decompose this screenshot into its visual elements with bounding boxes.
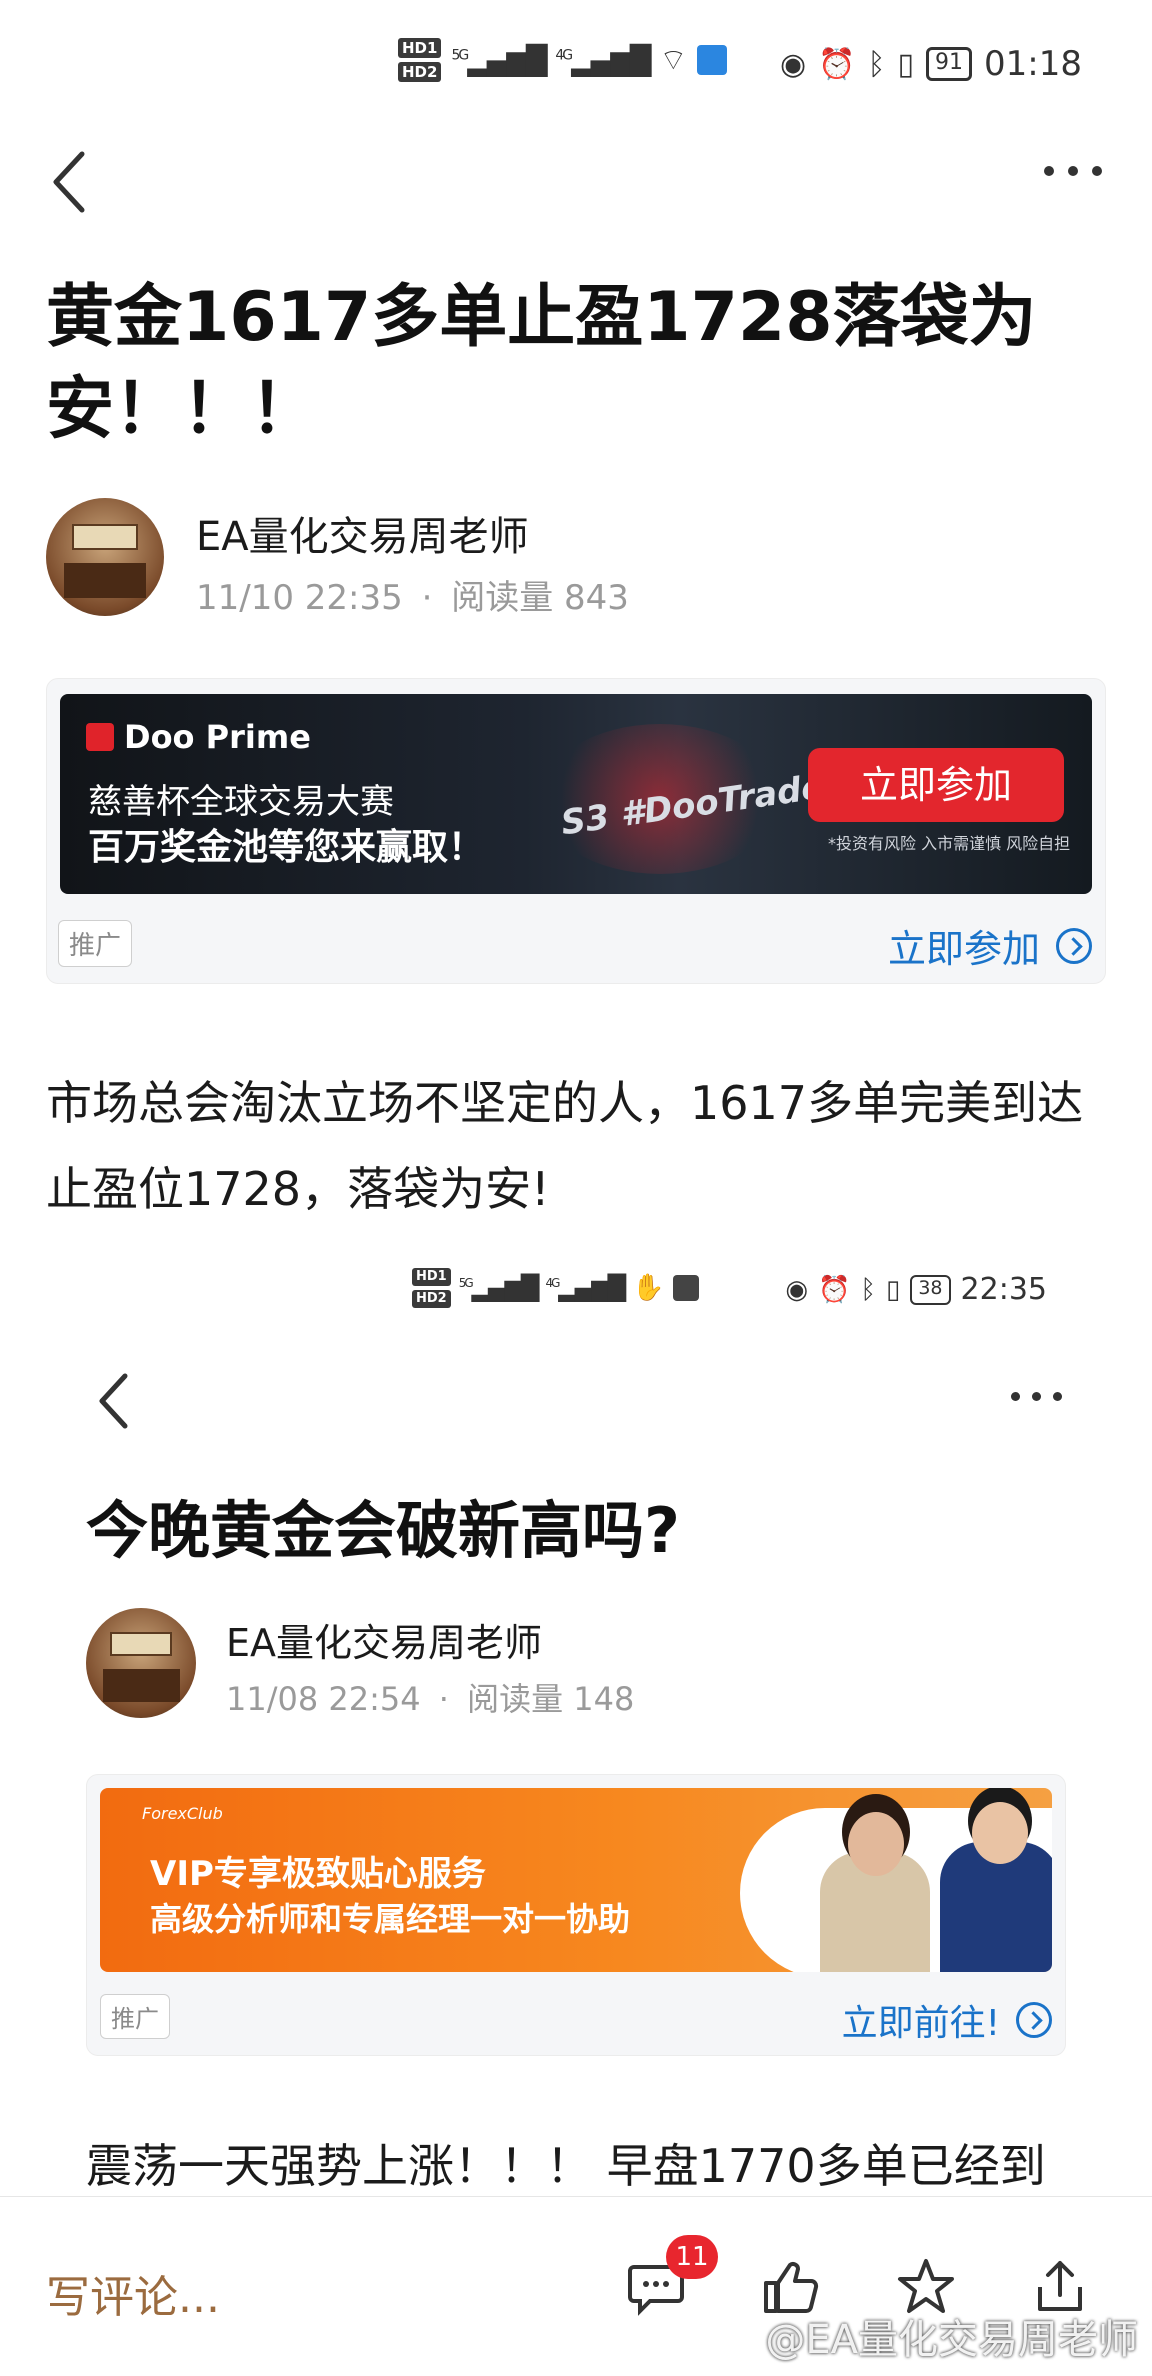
- wifi-icon: ⌔: [659, 43, 688, 78]
- article-date: 11/08 22:54: [226, 1680, 421, 1718]
- eye-icon: ◉: [785, 1274, 809, 1305]
- vibrate-icon: ▯: [886, 1274, 901, 1305]
- battery-icon: 91: [926, 47, 973, 81]
- ad-join-button[interactable]: 立即参加: [808, 748, 1064, 822]
- arrow-right-circle-icon: [1016, 2002, 1052, 2038]
- article-title: 今晚黄金会破新高吗?: [86, 1494, 680, 1567]
- article-date: 11/10 22:35: [196, 578, 403, 618]
- inner-status-right: ◉ ⏰ ᛒ ▯ 38 22:35: [785, 1272, 1047, 1307]
- ad-link[interactable]: 立即前往!: [842, 1994, 1052, 2046]
- signal-5g-icon: 5G▂▄▆█: [458, 1274, 540, 1302]
- article-body: 市场总会淘汰立场不坚定的人，1617多单完美到达止盈位1728，落袋为安!: [46, 1076, 1084, 1216]
- status-left: HD1 HD2 5G▂▄▆█ 4G▂▄▆█ ⌔: [398, 38, 728, 82]
- app-notification-icon: [672, 1275, 699, 1301]
- back-icon[interactable]: [96, 1372, 132, 1430]
- watermark: @EA量化交易周老师: [765, 2317, 1138, 2363]
- comment-input[interactable]: 写评论...: [46, 2261, 220, 2325]
- author-avatar[interactable]: [46, 498, 164, 616]
- alarm-icon: ⏰: [818, 46, 856, 82]
- ad-risk-text: *投资有风险 入市需谨慎 风险自担: [828, 834, 1071, 853]
- status-bar: HD1 HD2 5G▂▄▆█ 4G▂▄▆█ ⌔ ◉ ⏰ ᛒ ▯ 91 01:18: [0, 0, 1152, 130]
- inner-status-left: HD1 HD2 5G▂▄▆█ 4G▂▄▆█ ✋: [412, 1268, 699, 1308]
- bottom-action-bar: 写评论... 11 @EA量化交易周老师: [0, 2196, 1152, 2376]
- ad-line2: 百万奖金池等您来赢取！: [88, 827, 485, 868]
- battery-icon: 38: [910, 1274, 951, 1305]
- signal-4g-icon: 4G▂▄▆█: [555, 43, 651, 77]
- hand-icon: ✋: [632, 1273, 665, 1303]
- article-views: 阅读量 843: [451, 578, 629, 618]
- inner-status-bar: HD1 HD2 5G▂▄▆█ 4G▂▄▆█ ✋ ◉ ⏰ ᛒ ▯ 38 22:35: [0, 1250, 1152, 1340]
- eye-icon: ◉: [779, 46, 807, 82]
- bluetooth-icon: ᛒ: [867, 46, 886, 82]
- article-body: 震荡一天强势上涨！！！ 早盘1770多单已经到: [86, 2139, 1046, 2193]
- ad-banner[interactable]: Doo Prime 慈善杯全球交易大赛 百万奖金池等您来赢取！ S3 #DooT…: [60, 694, 1092, 894]
- article-views: 阅读量 148: [467, 1680, 635, 1718]
- man-advisor-image: [940, 1802, 1052, 1972]
- hd-indicator: HD1 HD2: [412, 1268, 451, 1308]
- forexclub-logo: ForexClub: [142, 1804, 223, 1823]
- author-avatar[interactable]: [86, 1608, 196, 1718]
- article-title: 黄金1617多单止盈1728落袋为安！！！: [46, 278, 1037, 449]
- status-time: 01:18: [984, 44, 1082, 84]
- status-right: ◉ ⏰ ᛒ ▯ 91 01:18: [780, 44, 1082, 84]
- author-name[interactable]: EA量化交易周老师: [196, 504, 529, 562]
- comment-count-badge: 11: [666, 2235, 718, 2279]
- more-options-icon[interactable]: [1011, 1392, 1062, 1401]
- arrow-right-circle-icon: [1056, 927, 1092, 964]
- vibrate-icon: ▯: [897, 46, 915, 82]
- article-meta: 11/08 22:54 · 阅读量 148: [226, 1680, 635, 1718]
- woman-advisor-image: [820, 1812, 930, 1972]
- bluetooth-icon: ᛒ: [860, 1274, 877, 1305]
- hd-indicator: HD1 HD2: [398, 38, 442, 82]
- doo-prime-logo: Doo Prime: [86, 718, 311, 756]
- ad-tag: 推广: [58, 920, 133, 967]
- author-name[interactable]: EA量化交易周老师: [226, 1612, 542, 1667]
- inner-status-time: 22:35: [960, 1272, 1047, 1307]
- back-icon[interactable]: [50, 150, 90, 214]
- ad-line1: VIP专享极致贴心服务: [150, 1854, 486, 1894]
- ad-link[interactable]: 立即参加: [888, 918, 1092, 973]
- ad-line1: 慈善杯全球交易大赛: [88, 782, 394, 822]
- ad-line2: 高级分析师和专属经理一对一协助: [150, 1900, 631, 1938]
- more-options-icon[interactable]: [1044, 166, 1102, 176]
- signal-4g-icon: 4G▂▄▆█: [545, 1274, 626, 1302]
- article-meta: 11/10 22:35 · 阅读量 843: [196, 578, 629, 618]
- alarm-icon: ⏰: [818, 1274, 851, 1305]
- signal-5g-icon: 5G▂▄▆█: [451, 43, 547, 77]
- ad-tag: 推广: [100, 1994, 170, 2039]
- ad-banner[interactable]: ForexClub VIP专享极致贴心服务 高级分析师和专属经理一对一协助: [100, 1788, 1052, 1972]
- app-notification-icon: [697, 45, 728, 75]
